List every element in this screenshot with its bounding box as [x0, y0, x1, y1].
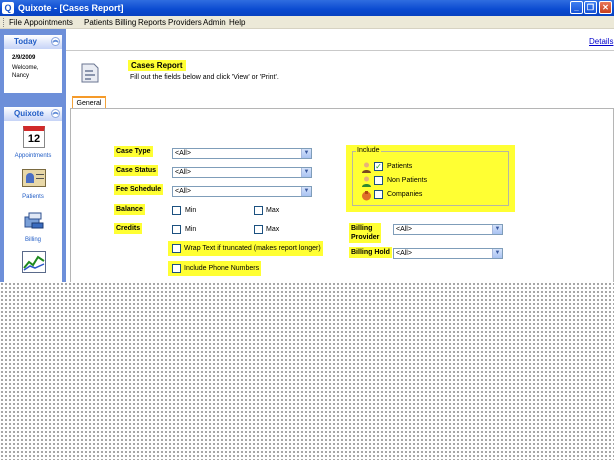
balance-max-label: Max — [266, 207, 280, 214]
case-type-select[interactable]: <All> ▼ — [172, 148, 312, 159]
include-caption: Include — [356, 147, 381, 154]
tab-panel-general — [70, 108, 614, 282]
nav-appointments[interactable]: 12 Appointments — [4, 124, 62, 162]
case-status-value: <All> — [175, 169, 191, 176]
nav-label-billing: Billing — [24, 237, 41, 243]
user-name: Nancy — [12, 73, 30, 79]
restore-button[interactable]: ❐ — [584, 1, 597, 14]
wrap-text-label: Wrap Text if truncated (makes report lon… — [184, 245, 321, 252]
welcome-text: Welcome, — [12, 65, 39, 71]
billing-hold-select[interactable]: <All> ▼ — [393, 248, 503, 259]
sidebar: Today ︽ 2/9/2009 Welcome, Nancy Quixote … — [0, 29, 66, 282]
case-type-value: <All> — [175, 150, 191, 157]
fee-schedule-value: <All> — [175, 188, 191, 195]
chevron-down-icon[interactable]: ▼ — [301, 168, 311, 177]
menu-providers[interactable]: Providers — [168, 17, 202, 28]
chevron-down-icon[interactable]: ▼ — [492, 249, 502, 258]
header-divider — [66, 50, 614, 51]
phone-numbers-option[interactable]: Include Phone Numbers — [168, 261, 261, 276]
collapse-chevron-icon[interactable]: ︽ — [51, 109, 60, 118]
billing-provider-label-line2: Provider — [351, 234, 380, 241]
menu-grip-icon — [3, 18, 6, 27]
quixote-pane-title: Quixote — [14, 109, 44, 118]
nav-label-patients: Patients — [22, 194, 44, 200]
today-date: 2/9/2009 — [12, 55, 36, 61]
billing-provider-label-line1: Billing — [351, 225, 373, 232]
nav-reports[interactable] — [4, 247, 62, 282]
fee-schedule-label: Fee Schedule — [114, 184, 164, 195]
fee-schedule-select[interactable]: <All> ▼ — [172, 186, 312, 197]
credits-max-checkbox[interactable] — [254, 225, 263, 234]
window-title: Quixote - [Cases Report] — [18, 3, 124, 13]
menu-appointments[interactable]: Appointments — [24, 17, 73, 28]
report-title: Cases Report — [128, 60, 186, 71]
minimize-button[interactable]: _ — [570, 1, 583, 14]
wrap-text-checkbox[interactable] — [172, 244, 181, 253]
balance-max-checkbox[interactable] — [254, 206, 263, 215]
nav-billing[interactable]: Billing — [4, 207, 62, 245]
menu-file[interactable]: File — [9, 17, 22, 28]
credits-max-label: Max — [266, 226, 280, 233]
menu-patients[interactable]: Patients — [84, 17, 113, 28]
case-status-select[interactable]: <All> ▼ — [172, 167, 312, 178]
non-patient-person-icon — [361, 176, 372, 187]
collapse-chevron-icon[interactable]: ︽ — [51, 37, 60, 46]
tab-general[interactable]: General — [72, 96, 106, 108]
billing-provider-value: <All> — [396, 226, 412, 233]
case-status-label: Case Status — [114, 165, 159, 176]
menu-help[interactable]: Help — [229, 17, 245, 28]
today-pane: Today ︽ 2/9/2009 Welcome, Nancy — [4, 35, 62, 93]
quixote-pane: Quixote ︽ 12 Appointments Patients Billi… — [4, 107, 62, 282]
include-patients-checkbox[interactable]: ✓ — [374, 162, 383, 171]
menu-bar: File Appointments Patients Billing Repor… — [0, 16, 614, 29]
report-icon — [79, 62, 101, 84]
billing-provider-select[interactable]: <All> ▼ — [393, 224, 503, 235]
company-icon — [361, 190, 372, 201]
balance-label: Balance — [114, 204, 145, 215]
chevron-down-icon[interactable]: ▼ — [492, 225, 502, 234]
include-patients-label: Patients — [387, 163, 413, 170]
menu-admin[interactable]: Admin — [203, 17, 226, 28]
billing-provider-label: Billing Provider — [349, 223, 382, 243]
billing-hold-value: <All> — [396, 250, 412, 257]
cropped-area-pattern — [0, 282, 614, 460]
nav-patients[interactable]: Patients — [4, 165, 62, 203]
billing-icon — [23, 211, 45, 229]
chevron-down-icon[interactable]: ▼ — [301, 149, 311, 158]
include-non-patients-checkbox[interactable] — [374, 176, 383, 185]
today-pane-header[interactable]: Today ︽ — [4, 35, 62, 49]
chart-icon — [22, 251, 46, 273]
credits-label: Credits — [114, 223, 143, 234]
patient-card-icon — [22, 169, 46, 187]
menu-billing[interactable]: Billing — [115, 17, 136, 28]
nav-label-appointments: Appointments — [14, 153, 52, 159]
balance-min-checkbox[interactable] — [172, 206, 181, 215]
wrap-text-option[interactable]: Wrap Text if truncated (makes report lon… — [168, 241, 323, 256]
phone-numbers-label: Include Phone Numbers — [184, 265, 260, 272]
close-button[interactable]: ✕ — [599, 1, 612, 14]
menu-reports[interactable]: Reports — [138, 17, 166, 28]
credits-min-label: Min — [185, 226, 197, 233]
quixote-pane-header[interactable]: Quixote ︽ — [4, 107, 62, 121]
chevron-down-icon[interactable]: ▼ — [301, 187, 311, 196]
case-type-label: Case Type — [114, 146, 153, 157]
calendar-icon: 12 — [23, 126, 45, 148]
phone-numbers-checkbox[interactable] — [172, 264, 181, 273]
report-subtitle: Fill out the fields below and click 'Vie… — [130, 74, 279, 81]
include-companies-label: Companies — [387, 191, 423, 198]
billing-hold-label: Billing Hold — [349, 247, 392, 258]
include-non-patients-label: Non Patients — [387, 177, 428, 184]
credits-min-checkbox[interactable] — [172, 225, 181, 234]
today-pane-title: Today — [14, 37, 37, 46]
app-icon: Q — [2, 2, 14, 14]
include-companies-checkbox[interactable] — [374, 190, 383, 199]
details-link[interactable]: Details — [589, 37, 613, 46]
patient-person-icon — [361, 162, 372, 173]
balance-min-label: Min — [185, 207, 197, 214]
title-bar: Q Quixote - [Cases Report] _ ❐ ✕ — [0, 0, 614, 16]
